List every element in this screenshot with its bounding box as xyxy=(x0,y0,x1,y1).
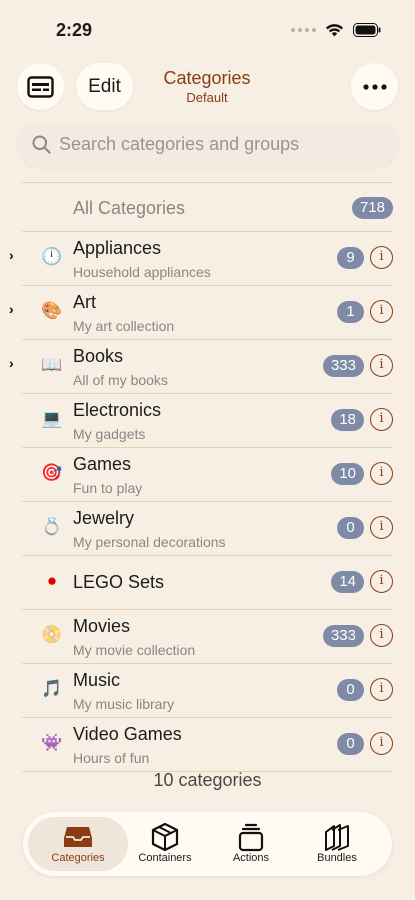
category-subtitle: My movie collection xyxy=(73,642,196,658)
category-row[interactable]: 💍 Jewelry My personal decorations 0 i xyxy=(0,502,415,555)
category-icon: 🎨 xyxy=(41,301,63,320)
page-subtitle: Default xyxy=(186,90,228,105)
info-icon[interactable]: i xyxy=(370,300,393,323)
card-button[interactable] xyxy=(17,63,64,110)
category-name: Appliances xyxy=(73,238,162,258)
tab-label: Bundles xyxy=(317,852,357,864)
tab-categories[interactable]: Categories xyxy=(28,817,128,871)
chevron-right-icon[interactable]: › xyxy=(9,247,14,263)
all-categories-count-badge: 718 xyxy=(351,197,393,219)
category-row[interactable]: › 📖 Books All of my books 333 i xyxy=(0,340,415,393)
category-icon: 🕛 xyxy=(41,247,63,266)
info-icon[interactable]: i xyxy=(370,246,393,269)
status-time: 2:29 xyxy=(56,20,93,40)
category-name: LEGO Sets xyxy=(73,572,165,592)
category-row[interactable]: 👾 Video Games Hours of fun 0 i xyxy=(0,718,415,771)
category-row[interactable]: 🎯 Games Fun to play 10 i xyxy=(0,448,415,501)
ellipsis-icon xyxy=(362,83,387,90)
item-count-badge: 0 xyxy=(337,733,364,755)
category-row[interactable]: › 🎨 Art My art collection 1 i xyxy=(0,286,415,339)
category-count-footer: 10 categories xyxy=(153,770,262,790)
info-icon[interactable]: i xyxy=(370,516,393,539)
tab-containers[interactable]: Containers xyxy=(119,812,211,876)
category-icon: 🎯 xyxy=(41,463,63,482)
category-subtitle: My personal decorations xyxy=(73,534,226,550)
tab-bundles[interactable]: Bundles xyxy=(291,812,383,876)
category-subtitle: My music library xyxy=(73,696,175,712)
more-button[interactable] xyxy=(351,63,398,110)
info-icon[interactable]: i xyxy=(370,354,393,377)
category-subtitle: All of my books xyxy=(73,372,168,388)
category-row[interactable]: 💻 Electronics My gadgets 18 i xyxy=(0,394,415,447)
tab-label: Actions xyxy=(232,852,270,864)
info-icon[interactable]: i xyxy=(370,570,393,593)
all-categories-row[interactable]: All Categories 718 xyxy=(0,183,415,231)
item-count-badge: 333 xyxy=(322,355,364,377)
stack-icon xyxy=(238,823,264,852)
page-title: Categories xyxy=(163,68,251,88)
category-rows: › 🕛 Appliances Household appliances 9 i › 🎨 Art M… xyxy=(0,232,415,772)
screen: 2:29 Edit Categories Default Search cate… xyxy=(0,0,415,900)
wifi-icon xyxy=(326,24,343,37)
item-count-badge: 333 xyxy=(322,625,364,647)
category-row[interactable]: ● LEGO Sets 14 i xyxy=(0,556,415,609)
category-name: Art xyxy=(73,292,97,312)
info-icon[interactable]: i xyxy=(370,678,393,701)
tab-label: Containers xyxy=(138,852,192,864)
category-name: Games xyxy=(73,454,132,474)
category-name: Books xyxy=(73,346,124,366)
bundle-icon xyxy=(325,824,349,851)
category-name: Music xyxy=(73,670,121,690)
search-bar[interactable] xyxy=(17,122,398,167)
item-count-badge: 9 xyxy=(337,247,364,269)
item-count-badge: 18 xyxy=(331,409,364,431)
info-icon[interactable]: i xyxy=(370,624,393,647)
category-subtitle: My gadgets xyxy=(73,426,146,442)
signal-icon xyxy=(291,28,316,32)
category-icon: 👾 xyxy=(41,733,63,752)
category-row[interactable]: › 🕛 Appliances Household appliances 9 i xyxy=(0,232,415,285)
category-name: Movies xyxy=(73,616,131,636)
category-list: All Categories 718 › 🕛 Appliances Household… xyxy=(0,182,415,772)
category-subtitle: Fun to play xyxy=(73,480,143,496)
category-icon: 💍 xyxy=(41,517,63,536)
tray-icon xyxy=(64,827,92,847)
category-subtitle: Hours of fun xyxy=(73,750,150,766)
item-count-badge: 1 xyxy=(337,301,364,323)
info-icon[interactable]: i xyxy=(370,408,393,431)
tab-bar: Categories Containers Actions Bundles xyxy=(23,812,392,876)
box-icon xyxy=(151,822,179,852)
card-icon xyxy=(27,75,54,98)
category-name: Jewelry xyxy=(73,508,135,528)
category-name: Electronics xyxy=(73,400,162,420)
item-count-badge: 0 xyxy=(337,679,364,701)
category-row[interactable]: 🎵 Music My music library 0 i xyxy=(0,664,415,717)
chevron-right-icon[interactable]: › xyxy=(9,355,14,371)
chevron-right-icon[interactable]: › xyxy=(9,301,14,317)
category-name: Video Games xyxy=(73,724,182,744)
info-icon[interactable]: i xyxy=(370,732,393,755)
category-subtitle: My art collection xyxy=(73,318,175,334)
info-icon[interactable]: i xyxy=(370,462,393,485)
category-icon: 💻 xyxy=(41,409,63,428)
all-categories-label: All Categories xyxy=(73,198,186,218)
category-row[interactable]: 📀 Movies My movie collection 333 i xyxy=(0,610,415,663)
nav-title: Categories Default xyxy=(107,68,307,105)
category-subtitle: Household appliances xyxy=(73,264,211,280)
tab-actions[interactable]: Actions xyxy=(205,812,297,876)
tab-label: Categories xyxy=(51,852,105,864)
battery-icon xyxy=(353,23,381,37)
item-count-badge: 14 xyxy=(331,571,364,593)
category-icon: 📖 xyxy=(41,355,63,374)
category-icon: ● xyxy=(46,571,58,590)
search-input[interactable] xyxy=(59,134,379,155)
item-count-badge: 10 xyxy=(331,463,364,485)
item-count-badge: 0 xyxy=(337,517,364,539)
status-icons xyxy=(291,23,381,37)
search-icon xyxy=(32,135,51,154)
category-icon: 📀 xyxy=(41,625,63,644)
category-icon: 🎵 xyxy=(41,679,63,698)
status-bar: 2:29 xyxy=(0,0,415,56)
